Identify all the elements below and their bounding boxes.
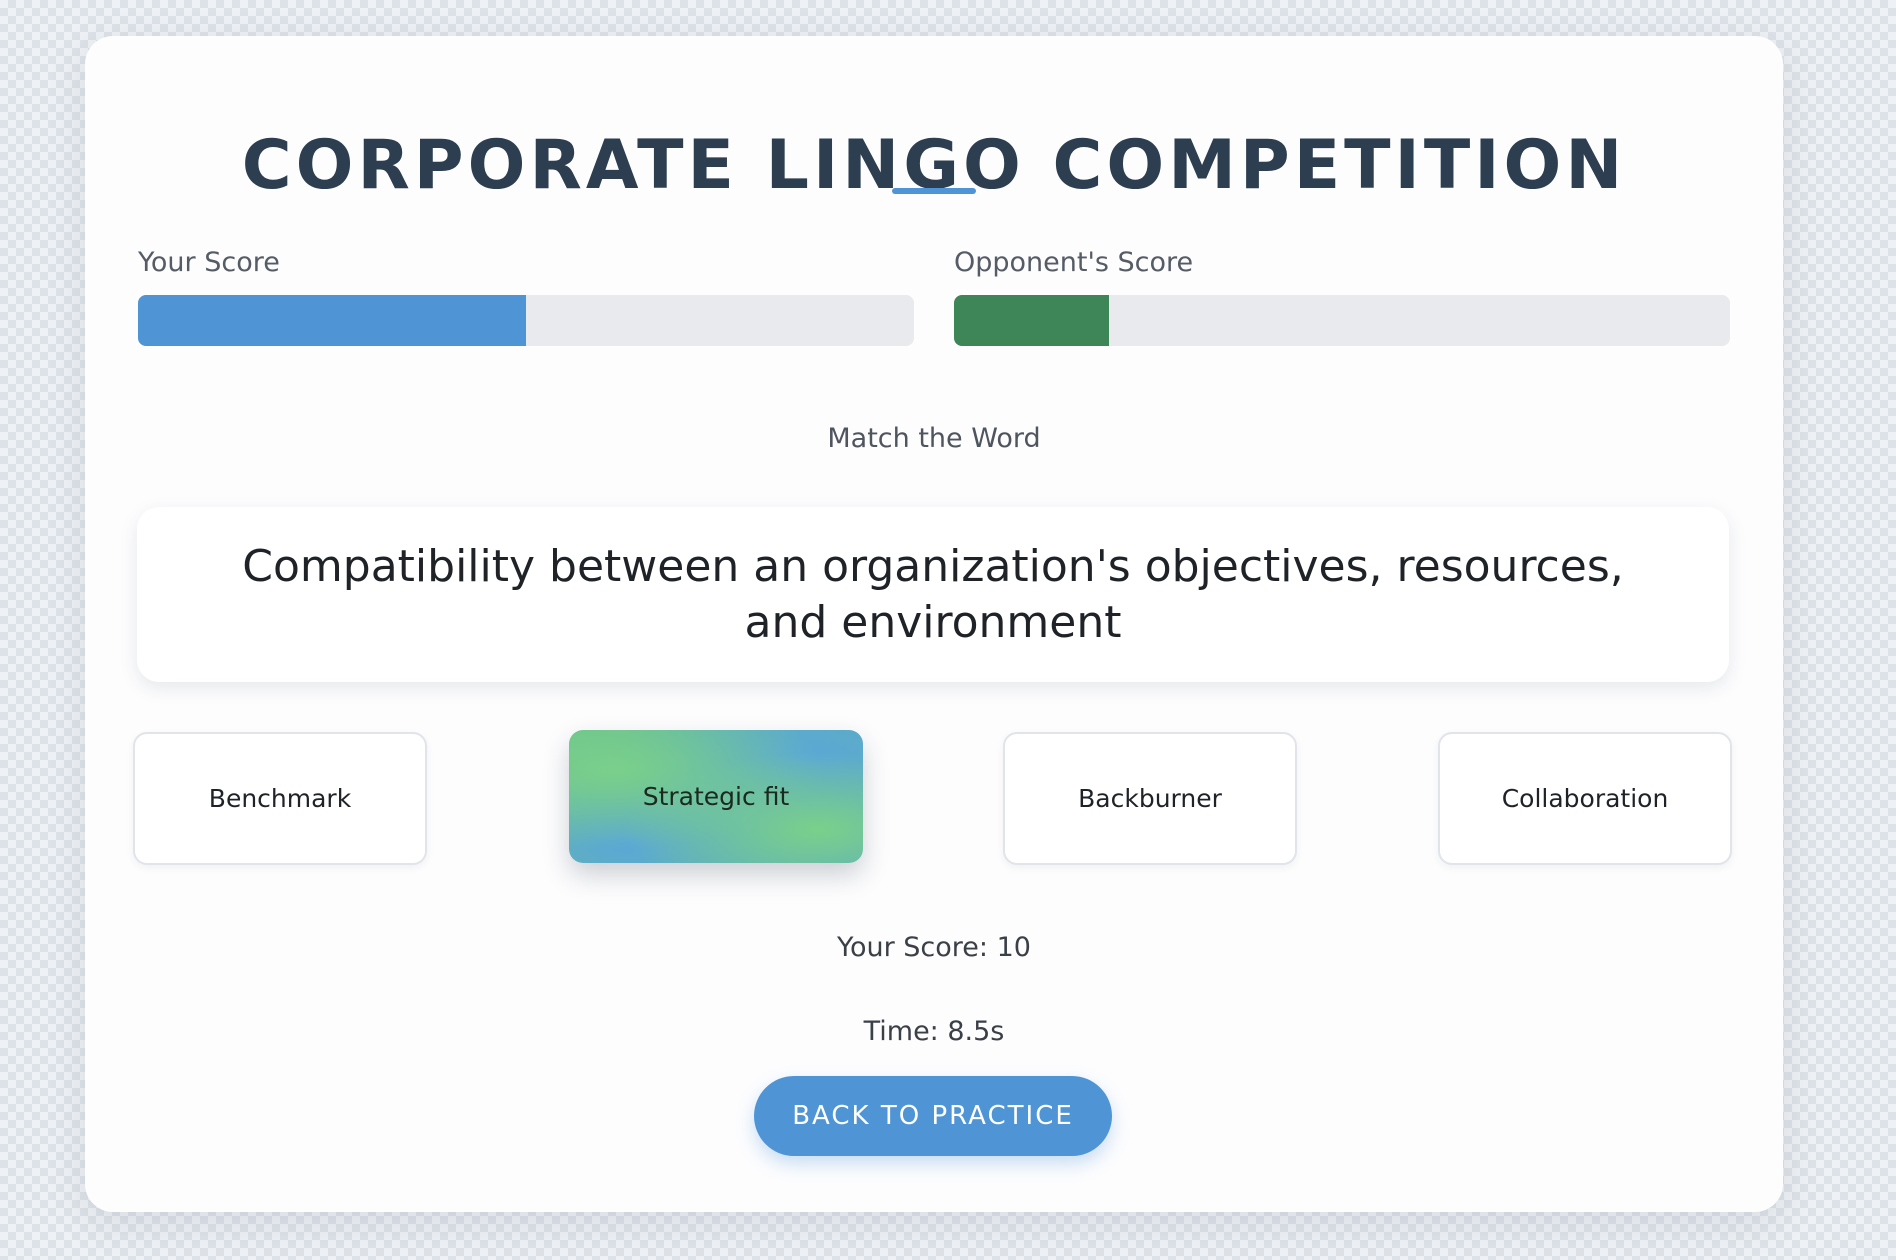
player-score-label: Your Score xyxy=(138,247,280,278)
definition-card: Compatibility between an organization's … xyxy=(137,507,1729,682)
opponent-score-label: Opponent's Score xyxy=(954,247,1194,278)
option-label: Backburner xyxy=(1078,783,1222,813)
score-readout: Your Score: 10 xyxy=(837,932,1031,963)
opponent-score-bar xyxy=(954,295,1730,346)
option-collaboration[interactable]: Collaboration xyxy=(1438,732,1732,865)
option-benchmark[interactable]: Benchmark xyxy=(133,732,427,865)
option-label: Strategic fit xyxy=(642,781,790,811)
timer-readout: Time: 8.5s xyxy=(863,1016,1005,1047)
game-card: CORPORATE LINGO COMPETITION Your Score O… xyxy=(85,36,1783,1212)
option-backburner[interactable]: Backburner xyxy=(1003,732,1297,865)
option-strategic-fit[interactable]: Strategic fit xyxy=(569,730,863,863)
instruction-text: Match the Word xyxy=(827,423,1041,454)
player-score-bar xyxy=(138,295,914,346)
title-underline xyxy=(892,188,976,194)
back-to-practice-button[interactable]: BACK TO PRACTICE xyxy=(754,1076,1112,1156)
option-label: Collaboration xyxy=(1501,783,1669,813)
player-score-fill xyxy=(138,295,526,346)
option-label: Benchmark xyxy=(208,783,352,813)
definition-text: Compatibility between an organization's … xyxy=(242,540,1624,648)
page-title: CORPORATE LINGO COMPETITION xyxy=(241,126,1627,205)
opponent-score-fill xyxy=(954,295,1110,346)
